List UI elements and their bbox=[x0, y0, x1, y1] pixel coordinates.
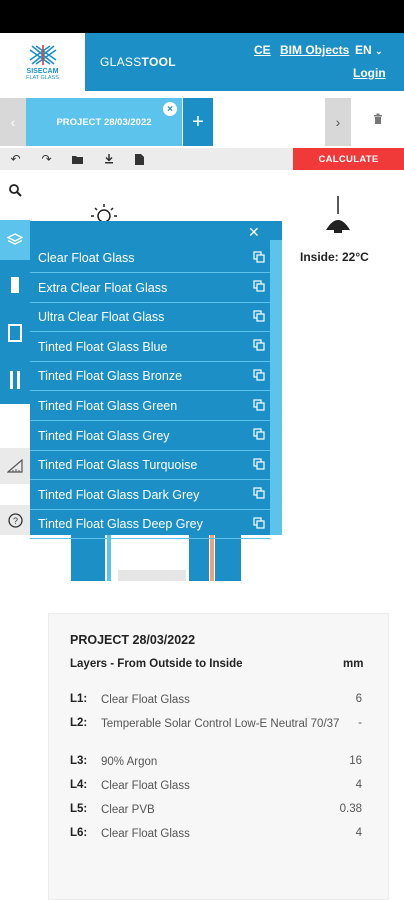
layer-thickness: - bbox=[358, 717, 362, 729]
search-icon[interactable] bbox=[0, 176, 30, 204]
glasstool-brand: GLASSTOOL bbox=[100, 55, 176, 69]
ce-link[interactable]: CE bbox=[254, 43, 271, 57]
copy-icon[interactable] bbox=[248, 428, 270, 443]
copy-icon[interactable] bbox=[248, 487, 270, 502]
menu-item[interactable]: Tinted Float Glass Bronze bbox=[30, 362, 270, 392]
menu-item-label: Tinted Float Glass Deep Grey bbox=[38, 517, 203, 532]
copy-icon[interactable] bbox=[248, 250, 270, 266]
close-tab-icon[interactable]: × bbox=[163, 102, 177, 116]
toolbar: ↶ ↷ bbox=[0, 148, 293, 170]
glass-layer-outer bbox=[71, 535, 105, 581]
svg-text:?: ? bbox=[12, 516, 17, 526]
copy-icon[interactable] bbox=[248, 310, 270, 325]
copy-icon[interactable] bbox=[248, 517, 270, 532]
copy-icon[interactable] bbox=[248, 398, 270, 414]
menu-item-label: Ultra Clear Float Glass bbox=[38, 310, 165, 325]
ceiling-lamp-icon bbox=[322, 196, 354, 243]
logo-text: SISECAM bbox=[26, 67, 59, 75]
layer-label: L6: bbox=[70, 827, 88, 839]
layers-icon[interactable] bbox=[0, 220, 30, 260]
menu-item[interactable]: Tinted Float Glass Green bbox=[30, 392, 270, 421]
close-icon[interactable]: ✕ bbox=[248, 224, 260, 241]
summary-unit: mm bbox=[343, 658, 364, 670]
layer-label: L3: bbox=[70, 755, 88, 767]
chevron-down-icon: ⌄ bbox=[375, 46, 383, 56]
logo-mark-icon bbox=[29, 44, 56, 65]
menu-scrollbar[interactable] bbox=[270, 240, 282, 535]
menu-item-label: Tinted Float Glass Turquoise bbox=[38, 458, 198, 473]
glass-layer-pvb bbox=[210, 535, 214, 581]
menu-item[interactable]: Tinted Float Glass Dark Grey bbox=[30, 481, 270, 510]
language-label: EN bbox=[355, 43, 372, 57]
layer-name: Clear Float Glass bbox=[101, 780, 190, 792]
brand-prefix: GLASS bbox=[100, 55, 142, 69]
menu-item[interactable]: Ultra Clear Float Glass bbox=[30, 303, 270, 333]
calculate-button[interactable]: CALCULATE bbox=[293, 148, 404, 170]
inside-temperature-label: Inside: 22°C bbox=[300, 250, 369, 264]
menu-item[interactable]: Tinted Float Glass Deep Grey bbox=[30, 510, 270, 540]
double-glass-icon[interactable] bbox=[0, 356, 30, 404]
menu-item-label: Extra Clear Float Glass bbox=[38, 280, 168, 295]
trash-icon[interactable] bbox=[373, 112, 383, 127]
menu-item-label: Tinted Float Glass Dark Grey bbox=[38, 487, 200, 502]
document-icon[interactable] bbox=[124, 148, 155, 170]
layer-label: L5: bbox=[70, 803, 88, 815]
layer-name: Clear Float Glass bbox=[101, 694, 190, 706]
copy-icon[interactable] bbox=[248, 458, 270, 473]
download-icon[interactable] bbox=[93, 148, 124, 170]
layer-name: Clear Float Glass bbox=[101, 828, 190, 840]
login-link[interactable]: Login bbox=[353, 66, 386, 80]
menu-item[interactable]: Extra Clear Float Glass bbox=[30, 274, 270, 303]
layer-label: L4: bbox=[70, 779, 88, 791]
add-tab-button[interactable]: + bbox=[183, 98, 213, 146]
sisecam-logo[interactable]: SISECAM FLAT GLASS bbox=[0, 33, 85, 91]
bim-objects-link[interactable]: BIM Objects bbox=[280, 43, 349, 57]
menu-item-label: Tinted Float Glass Green bbox=[38, 399, 178, 413]
menu-item[interactable]: Clear Float Glass bbox=[30, 244, 270, 273]
undo-icon[interactable]: ↶ bbox=[0, 148, 31, 170]
copy-icon[interactable] bbox=[248, 369, 270, 384]
tab-scroll-right-button[interactable]: › bbox=[325, 98, 351, 146]
menu-item[interactable]: Tinted Float Glass Turquoise bbox=[30, 451, 270, 481]
glass-layer-inner-a bbox=[189, 535, 209, 581]
layer-thickness: 16 bbox=[349, 755, 362, 767]
help-icon[interactable]: ? bbox=[0, 505, 30, 535]
copy-icon[interactable] bbox=[248, 339, 270, 354]
menu-item[interactable]: Tinted Float Glass Blue bbox=[30, 333, 270, 362]
frame-icon[interactable] bbox=[0, 310, 30, 356]
status-bar bbox=[0, 0, 404, 33]
redo-icon[interactable]: ↷ bbox=[31, 148, 62, 170]
menu-item-label: Tinted Float Glass Blue bbox=[38, 339, 168, 354]
menu-item[interactable]: Tinted Float Glass Grey bbox=[30, 422, 270, 451]
summary-project-title: PROJECT 28/03/2022 bbox=[70, 633, 196, 647]
folder-icon[interactable] bbox=[62, 148, 93, 170]
menu-item-label: Tinted Float Glass Bronze bbox=[38, 369, 183, 384]
measure-icon[interactable] bbox=[0, 448, 30, 484]
layer-thickness: 6 bbox=[355, 693, 362, 705]
tab-scroll-left-button[interactable]: ‹ bbox=[0, 98, 26, 146]
glass-layer-inner-b bbox=[215, 535, 241, 581]
menu-item-label: Tinted Float Glass Grey bbox=[38, 428, 170, 443]
layer-label: L1: bbox=[70, 693, 88, 705]
plus-icon: + bbox=[192, 110, 204, 133]
single-glass-icon[interactable] bbox=[0, 260, 30, 310]
layer-name: Clear PVB bbox=[101, 804, 155, 816]
menu-item-label: Clear Float Glass bbox=[38, 251, 135, 265]
glass-layer-coating bbox=[107, 535, 111, 581]
layer-thickness: 4 bbox=[355, 779, 362, 791]
brand-suffix: TOOL bbox=[141, 55, 176, 69]
chevron-left-icon: ‹ bbox=[10, 114, 16, 130]
layer-thickness: 4 bbox=[355, 827, 362, 839]
logo-subtext: FLAT GLASS bbox=[26, 74, 59, 81]
layer-name: 90% Argon bbox=[101, 756, 158, 768]
glass-layer-gap bbox=[118, 570, 186, 581]
layer-thickness: 0.38 bbox=[339, 803, 362, 815]
copy-icon[interactable] bbox=[248, 280, 270, 295]
layer-label: L2: bbox=[70, 717, 88, 729]
chevron-right-icon: › bbox=[335, 114, 341, 130]
summary-heading: Layers - From Outside to Inside bbox=[70, 658, 243, 670]
language-selector[interactable]: EN ⌄ bbox=[355, 43, 383, 57]
layer-name: Temperable Solar Control Low-E Neutral 7… bbox=[101, 718, 340, 730]
tab-project[interactable]: PROJECT 28/03/2022 bbox=[26, 98, 182, 146]
